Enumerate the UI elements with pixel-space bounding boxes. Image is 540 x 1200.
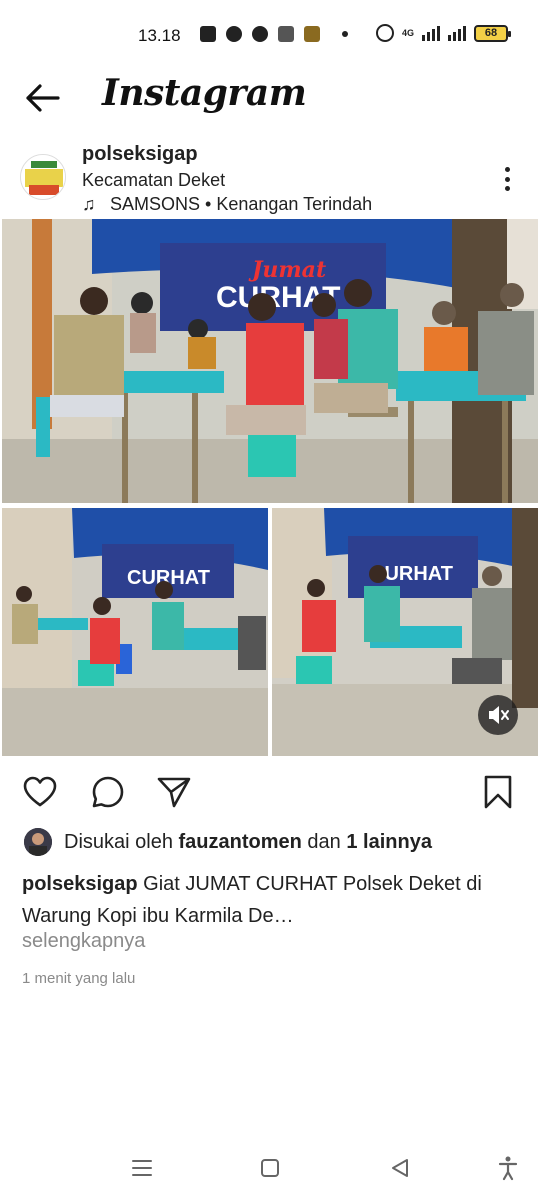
signal-icon (422, 25, 441, 41)
back-triangle-icon[interactable] (386, 1154, 414, 1182)
post-photo-left: CURHAT (2, 508, 268, 756)
back-arrow-icon[interactable] (22, 80, 62, 116)
system-nav-bar (0, 1140, 540, 1200)
banner-title-line1: Jumat (248, 257, 326, 283)
more-options-button[interactable] (496, 164, 518, 194)
system-icons: 4G 68 (376, 24, 512, 42)
post-actions (0, 768, 540, 816)
app-icon (200, 26, 216, 42)
home-square-icon[interactable] (256, 1154, 284, 1182)
muted-speaker-icon (489, 706, 509, 724)
liker-avatar (24, 828, 52, 856)
post-photo-main: Jumat CURHAT (2, 219, 538, 503)
network-type: 4G (402, 27, 415, 38)
menu-icon[interactable] (128, 1154, 156, 1182)
avatar[interactable] (20, 154, 66, 200)
accessibility-icon[interactable] (494, 1154, 522, 1182)
post-time: 1 menit yang lalu (22, 970, 136, 987)
likes-summary[interactable]: Disukai oleh fauzantomen dan 1 lainnya (24, 828, 432, 856)
app-header: Instagram (0, 70, 540, 126)
alarm-icon (376, 24, 394, 42)
mute-button[interactable] (478, 695, 518, 735)
battery-icon: 68 (474, 24, 512, 42)
tiktok-icon (278, 26, 294, 42)
likes-connector: dan (307, 830, 341, 853)
instagram-logo: Instagram (102, 72, 307, 114)
status-bar: 13.18 4G 68 (0, 0, 540, 72)
app-icon (304, 26, 320, 42)
music-label: SAMSONS • Kenangan Terindah (110, 194, 373, 214)
music-note-icon: ♫ (82, 194, 96, 214)
see-more-link[interactable]: selengkapnya (22, 930, 145, 953)
post-music[interactable]: ♫ SAMSONS • Kenangan Terindah (82, 194, 372, 215)
status-time: 13.18 (138, 26, 181, 45)
dot-icon (342, 31, 348, 37)
post-media[interactable]: Jumat CURHAT CURHAT CURHAT (2, 219, 538, 756)
likes-prefix: Disukai oleh (64, 830, 173, 853)
caption-username[interactable]: polseksigap (22, 873, 138, 895)
bookmark-icon[interactable] (480, 774, 516, 810)
send-icon[interactable] (156, 774, 192, 810)
post-header: polseksigap Kecamatan Deket ♫ SAMSONS • … (0, 138, 540, 218)
notification-icons (200, 26, 348, 42)
signal-icon (448, 25, 467, 41)
app-icon (252, 26, 268, 42)
comment-icon[interactable] (90, 774, 126, 810)
facebook-icon (226, 26, 242, 42)
likes-user[interactable]: fauzantomen (179, 831, 302, 853)
post-username[interactable]: polseksigap (82, 143, 198, 166)
post-caption: polseksigap Giat JUMAT CURHAT Polsek Dek… (22, 868, 502, 932)
heart-icon[interactable] (22, 774, 58, 810)
likes-others[interactable]: 1 lainnya (346, 831, 432, 853)
post-location[interactable]: Kecamatan Deket (82, 170, 225, 191)
